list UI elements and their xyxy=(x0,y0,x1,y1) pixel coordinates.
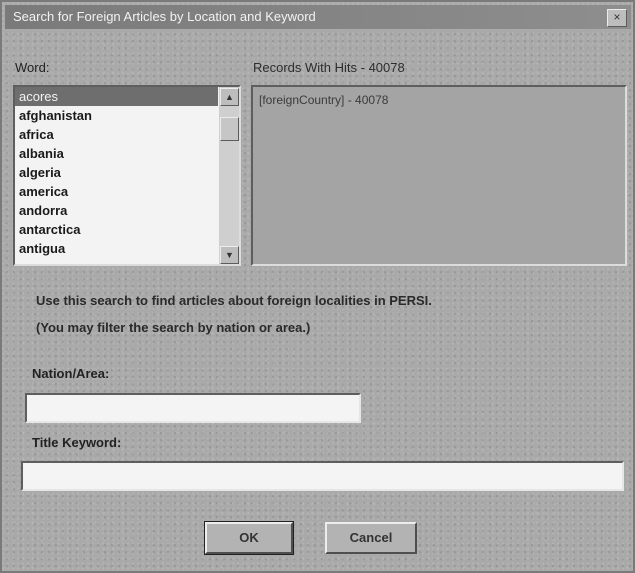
search-dialog: Search for Foreign Articles by Location … xyxy=(0,0,635,573)
word-label: Word: xyxy=(15,60,50,75)
word-list-item[interactable]: africa xyxy=(15,125,218,144)
word-list-item[interactable]: andorra xyxy=(15,201,218,220)
word-list-item[interactable]: america xyxy=(15,182,218,201)
instructions-line-1: Use this search to find articles about f… xyxy=(36,293,432,308)
nation-area-label: Nation/Area: xyxy=(32,366,110,381)
title-keyword-label: Title Keyword: xyxy=(32,435,122,450)
scroll-up-button[interactable]: ▲ xyxy=(220,88,239,106)
instructions-line-2: (You may filter the search by nation or … xyxy=(36,320,311,335)
title-keyword-field[interactable] xyxy=(21,461,624,491)
word-list-scrollbar[interactable]: ▲ ▼ xyxy=(219,87,239,264)
word-list-item[interactable]: algeria xyxy=(15,163,218,182)
ok-button[interactable]: OK xyxy=(204,521,294,555)
scroll-down-arrow-icon: ▼ xyxy=(225,250,234,260)
word-list: acores afghanistan africa albania algeria ame… xyxy=(15,87,218,258)
results-listbox[interactable]: [foreignCountry] - 40078 xyxy=(251,85,627,266)
window-title: Search for Foreign Articles by Location … xyxy=(13,9,316,24)
scroll-thumb[interactable] xyxy=(220,117,239,141)
word-list-item[interactable]: acores xyxy=(15,87,218,106)
records-hits-label: Records With Hits - 40078 xyxy=(253,60,405,75)
word-list-item[interactable]: albania xyxy=(15,144,218,163)
result-item[interactable]: [foreignCountry] - 40078 xyxy=(259,93,388,107)
word-listbox[interactable]: acores afghanistan africa albania algeria ame… xyxy=(13,85,241,266)
word-list-item[interactable]: antarctica xyxy=(15,220,218,239)
word-list-item[interactable]: antigua xyxy=(15,239,218,258)
scroll-up-arrow-icon: ▲ xyxy=(225,92,234,102)
word-list-item[interactable]: afghanistan xyxy=(15,106,218,125)
title-bar[interactable]: Search for Foreign Articles by Location … xyxy=(5,5,631,29)
scroll-down-button[interactable]: ▼ xyxy=(220,246,239,264)
close-button[interactable]: × xyxy=(607,9,627,27)
cancel-button[interactable]: Cancel xyxy=(325,522,417,554)
nation-area-field[interactable] xyxy=(25,393,361,423)
close-icon: × xyxy=(613,10,621,24)
